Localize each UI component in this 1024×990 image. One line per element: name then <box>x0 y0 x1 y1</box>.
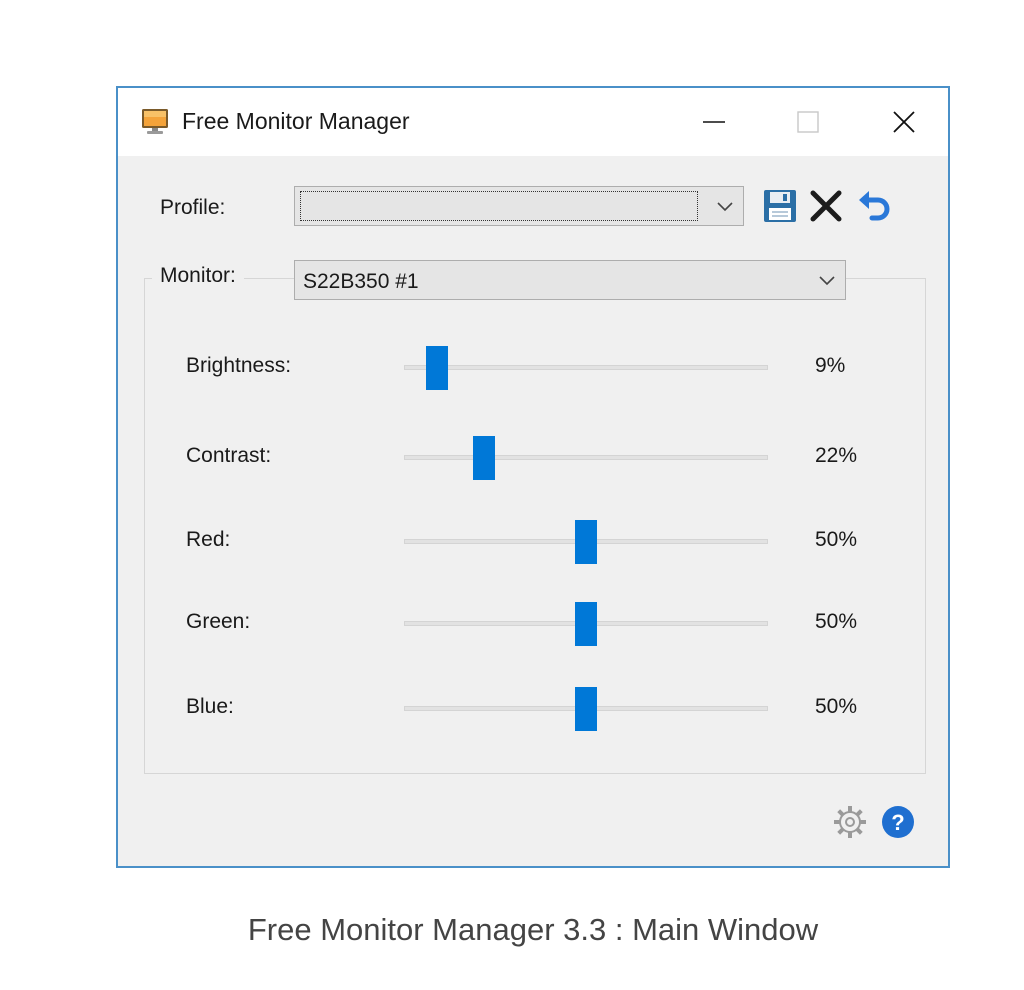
slider-row-red: Red: 50% <box>118 520 948 564</box>
chevron-down-icon <box>819 276 835 286</box>
brightness-slider-thumb[interactable] <box>425 346 448 390</box>
close-icon <box>893 111 915 133</box>
focus-rectangle <box>300 191 698 221</box>
contrast-slider-thumb[interactable] <box>473 436 496 480</box>
green-label: Green: <box>186 610 251 633</box>
slider-row-blue: Blue: 50% <box>118 687 948 731</box>
blue-label: Blue: <box>186 695 234 718</box>
red-slider-thumb[interactable] <box>575 520 597 564</box>
maximize-icon <box>797 111 819 133</box>
title-bar[interactable]: Free Monitor Manager <box>118 88 948 156</box>
contrast-slider[interactable] <box>404 455 768 460</box>
save-icon[interactable] <box>762 188 798 224</box>
slider-row-green: Green: 50% <box>118 602 948 646</box>
contrast-value: 22% <box>815 444 858 467</box>
maximize-button[interactable] <box>778 88 838 156</box>
slider-row-contrast: Contrast: 22% <box>118 436 948 480</box>
brightness-label: Brightness: <box>186 354 292 377</box>
chevron-down-icon <box>717 202 733 212</box>
profile-dropdown[interactable] <box>294 186 744 226</box>
green-slider-thumb[interactable] <box>575 602 597 646</box>
monitor-icon <box>142 109 168 134</box>
figure-caption: Free Monitor Manager 3.3 : Main Window <box>247 912 819 947</box>
blue-slider-thumb[interactable] <box>575 687 597 731</box>
brightness-slider[interactable] <box>404 365 768 370</box>
undo-icon[interactable] <box>856 188 892 224</box>
monitor-dropdown[interactable]: S22B350 #1 <box>294 260 846 300</box>
blue-value: 50% <box>815 695 858 718</box>
monitor-label: Monitor: <box>152 264 244 288</box>
slider-row-brightness: Brightness: 9% <box>118 346 948 390</box>
red-value: 50% <box>815 528 858 551</box>
minimize-icon <box>703 121 725 123</box>
svg-text:?: ? <box>891 810 904 835</box>
gear-icon[interactable] <box>832 804 868 840</box>
brightness-value: 9% <box>815 354 846 377</box>
red-label: Red: <box>186 528 231 551</box>
help-icon[interactable]: ? <box>880 804 916 840</box>
main-window: Free Monitor Manager Profile: Monitor: S… <box>116 86 950 868</box>
profile-label: Profile: <box>160 196 226 219</box>
close-button[interactable] <box>874 88 934 156</box>
delete-icon[interactable] <box>808 188 844 224</box>
monitor-value: S22B350 #1 <box>303 270 419 293</box>
minimize-button[interactable] <box>684 88 744 156</box>
window-title: Free Monitor Manager <box>182 108 410 134</box>
screenshot-stage: Free Monitor Manager Profile: Monitor: S… <box>0 0 1024 990</box>
contrast-label: Contrast: <box>186 444 272 467</box>
green-value: 50% <box>815 610 858 633</box>
